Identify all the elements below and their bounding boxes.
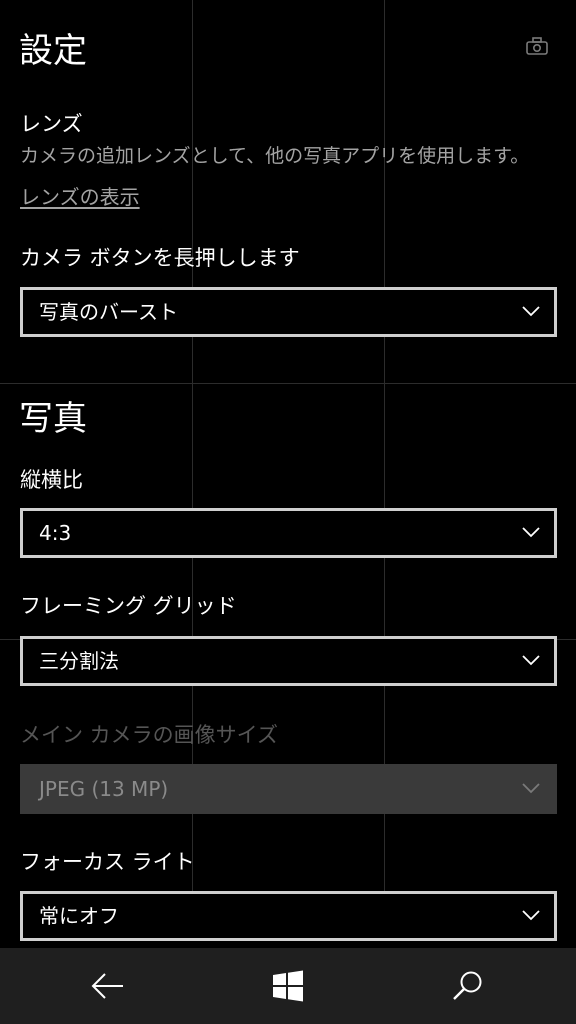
back-arrow-icon: [91, 973, 123, 999]
framing-grid-dropdown[interactable]: 三分割法: [20, 636, 557, 686]
chevron-down-icon: [522, 527, 540, 538]
camera-button-value: 写真のバースト: [39, 300, 178, 324]
image-size-dropdown: JPEG (13 MP): [20, 764, 557, 814]
image-size-value: JPEG (13 MP): [39, 777, 169, 801]
grid-line-vertical-left: [192, 0, 193, 892]
back-button[interactable]: [48, 948, 168, 1024]
camera-button-label: カメラ ボタンを長押しします: [20, 246, 300, 270]
search-button[interactable]: [408, 948, 528, 1024]
chevron-down-icon: [522, 910, 540, 921]
framing-grid-label: フレーミング グリッド: [20, 594, 237, 618]
camera-button-dropdown[interactable]: 写真のバースト: [20, 287, 557, 337]
focus-light-value: 常にオフ: [39, 904, 119, 928]
chevron-down-icon: [522, 783, 540, 794]
navigation-bar: [0, 948, 576, 1024]
lens-description: カメラの追加レンズとして、他の写真アプリを使用します。: [20, 145, 530, 167]
windows-start-icon: [273, 970, 303, 1002]
chevron-down-icon: [522, 655, 540, 666]
search-icon: [453, 971, 482, 1000]
aspect-ratio-value: 4:3: [39, 521, 72, 545]
grid-line-horizontal-top: [0, 383, 576, 384]
page-title: 設定: [19, 31, 87, 71]
aspect-ratio-label: 縦横比: [20, 468, 83, 492]
framing-grid-value: 三分割法: [39, 649, 119, 673]
photo-section-title: 写真: [19, 399, 87, 439]
start-button[interactable]: [228, 948, 348, 1024]
focus-light-label: フォーカス ライト: [20, 850, 195, 874]
focus-light-dropdown[interactable]: 常にオフ: [20, 891, 557, 941]
grid-line-vertical-right: [384, 0, 385, 892]
chevron-down-icon: [522, 306, 540, 317]
image-size-label: メイン カメラの画像サイズ: [20, 723, 279, 747]
lens-title: レンズ: [20, 112, 83, 136]
show-lenses-link[interactable]: レンズの表示: [20, 183, 140, 211]
aspect-ratio-dropdown[interactable]: 4:3: [20, 508, 557, 558]
camera-swap-icon[interactable]: [524, 33, 550, 59]
